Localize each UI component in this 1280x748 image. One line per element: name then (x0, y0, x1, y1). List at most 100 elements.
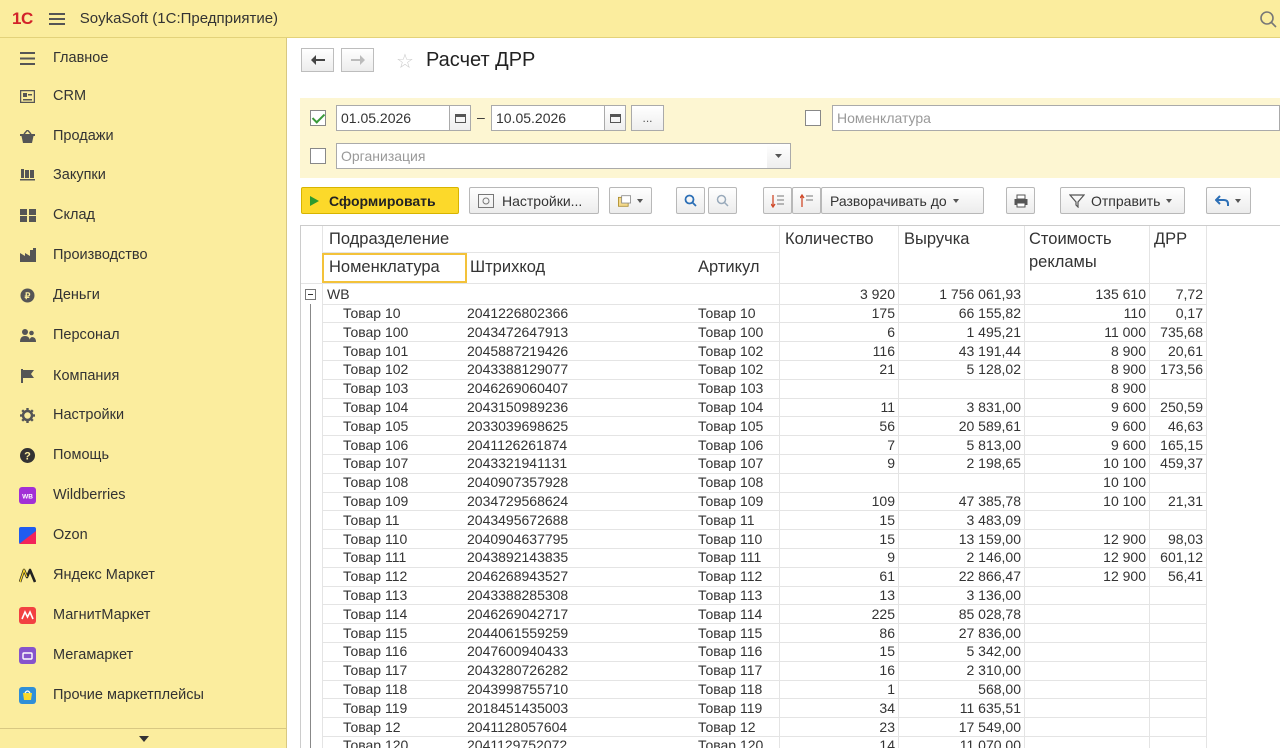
sidebar-item-12[interactable]: WB Wildberries (0, 477, 287, 513)
table-row[interactable]: Товар 106 2041126261874 Товар 106 7 5 813,00… (301, 436, 1280, 455)
table-row[interactable]: Товар 117 2043280726282 Товар 117 16 2 310,0… (301, 661, 1280, 680)
cell-article: Товар 100 (698, 323, 764, 340)
organization-field[interactable]: Организация (336, 143, 768, 169)
sidebar-item-10[interactable]: Настройки (0, 397, 287, 433)
date-from-calendar-button[interactable] (449, 105, 471, 131)
cell-quantity: 61 (879, 568, 895, 585)
expand-to-button[interactable]: Разворачивать до (821, 187, 984, 214)
report-variants-button[interactable] (609, 187, 652, 214)
cell-ad-cost: 11 000 (1104, 323, 1146, 340)
wildberries-logo-icon: WB (19, 486, 36, 504)
date-to-field[interactable]: 10.05.2026 (491, 105, 605, 131)
settings-button[interactable]: Настройки... (469, 187, 599, 214)
more-actions-button[interactable] (1206, 187, 1251, 214)
gear-icon (19, 407, 36, 424)
cell-nomenclature: Товар 118 (343, 681, 408, 697)
group-row-wb[interactable]: WB 3 920 1 756 061,93 135 610 7,72 (301, 285, 1280, 304)
sidebar-item-16[interactable]: Мегамаркет (0, 637, 287, 673)
sidebar-item-label: Ozon (53, 527, 88, 543)
sidebar-item-9[interactable]: Компания (0, 358, 287, 394)
sidebar-item-1[interactable]: Главное (0, 40, 287, 76)
sidebar-item-8[interactable]: Персонал (0, 317, 287, 353)
main-area: ☆ Расчет ДРР 01.05.2026 – 10.05.2026 ...… (288, 38, 1280, 748)
header-ad-cost-line1[interactable]: Стоимость (1029, 230, 1112, 249)
expand-all-button[interactable] (792, 187, 821, 214)
sidebar-item-4[interactable]: Закупки (0, 157, 287, 193)
main-menu-button[interactable] (48, 12, 65, 25)
nomenclature-checkbox[interactable] (805, 110, 821, 126)
period-checkbox[interactable] (310, 110, 326, 126)
date-to-calendar-button[interactable] (604, 105, 626, 131)
forward-button[interactable] (341, 48, 374, 72)
sidebar-item-3[interactable]: Продажи (0, 118, 287, 154)
back-button[interactable] (301, 48, 334, 72)
cell-article: Товар 120 (698, 737, 764, 748)
sidebar-scroll-down-button[interactable] (0, 728, 287, 748)
sidebar-item-5[interactable]: Склад (0, 197, 287, 233)
sidebar-item-7[interactable]: ₽ Деньги (0, 277, 287, 313)
report-table[interactable]: Подразделение Номенклатура Штрихкод Арти… (300, 225, 1280, 748)
collapse-all-button[interactable] (763, 187, 792, 214)
send-button[interactable]: Отправить (1060, 187, 1185, 214)
cell-quantity: 109 (871, 493, 895, 509)
table-row[interactable]: Товар 112 2046268943527 Товар 112 61 22 866,… (301, 567, 1280, 586)
table-row[interactable]: Товар 120 2041129752072 Товар 120 14 11 070,… (301, 736, 1280, 748)
find-button[interactable] (676, 187, 705, 214)
table-row[interactable]: Товар 108 2040907357928 Товар 108 10 100 (301, 473, 1280, 492)
table-row[interactable]: Товар 10 2041226802366 Товар 10 175 66 155,8… (301, 304, 1280, 323)
table-row[interactable]: Товар 119 2018451435003 Товар 119 34 11 635,… (301, 699, 1280, 718)
date-from-field[interactable]: 01.05.2026 (336, 105, 450, 131)
table-row[interactable]: Товар 12 2041128057604 Товар 12 23 17 549,00 (301, 718, 1280, 737)
app-logo[interactable]: 1С (12, 9, 33, 29)
favorite-star-icon[interactable]: ☆ (396, 49, 414, 74)
organization-checkbox[interactable] (310, 148, 326, 164)
print-button[interactable] (1006, 187, 1035, 214)
cell-barcode: 2043998755710 (467, 681, 569, 697)
table-row[interactable]: Товар 104 2043150989236 Товар 104 11 3 831,0… (301, 398, 1280, 417)
collapse-group-icon[interactable] (305, 289, 316, 300)
cancel-find-button[interactable] (708, 187, 737, 214)
table-row[interactable]: Товар 111 2043892143835 Товар 111 9 2 146,00… (301, 548, 1280, 567)
table-row[interactable]: Товар 11 2043495672688 Товар 11 15 3 483,09 (301, 511, 1280, 530)
header-revenue[interactable]: Выручка (904, 230, 969, 249)
table-row[interactable]: Товар 109 2034729568624 Товар 109 109 47 385… (301, 492, 1280, 511)
sidebar-item-6[interactable]: Производство (0, 237, 287, 273)
sidebar-item-15[interactable]: МагнитМаркет (0, 597, 287, 633)
table-row[interactable]: Товар 114 2046269042717 Товар 114 225 85 028… (301, 605, 1280, 624)
table-row[interactable]: Товар 103 2046269060407 Товар 103 8 900 (301, 379, 1280, 398)
table-row[interactable]: Товар 100 2043472647913 Товар 100 6 1 495,21… (301, 323, 1280, 342)
table-row[interactable]: Товар 115 2044061559259 Товар 115 86 27 836,… (301, 624, 1280, 643)
cell-nomenclature: Товар 113 (343, 587, 408, 603)
sidebar-item-14[interactable]: Яндекс Маркет (0, 557, 287, 593)
cell-ad-cost: 12 900 (1103, 549, 1146, 566)
sidebar-item-13[interactable]: Ozon (0, 517, 287, 553)
table-row[interactable]: Товар 113 2043388285308 Товар 113 13 3 136,0… (301, 586, 1280, 605)
header-quantity[interactable]: Количество (785, 230, 874, 249)
table-row[interactable]: Товар 110 2040904637795 Товар 110 15 13 159,… (301, 530, 1280, 549)
sidebar-item-17[interactable]: Прочие маркетплейсы (0, 677, 287, 713)
printer-icon (1014, 194, 1027, 207)
organization-dropdown-button[interactable] (767, 143, 791, 169)
table-row[interactable]: Товар 101 2045887219426 Товар 102 116 43 191… (301, 342, 1280, 361)
header-drr[interactable]: ДРР (1154, 230, 1187, 249)
sidebar-item-11[interactable]: ? Помощь (0, 437, 287, 473)
header-subdivision[interactable]: Подразделение (329, 230, 449, 249)
sidebar-item-2[interactable]: CRM (0, 78, 287, 114)
table-row[interactable]: Товар 118 2043998755710 Товар 118 1 568,00 (301, 680, 1280, 699)
table-row[interactable]: Товар 107 2043321941131 Товар 107 9 2 198,65… (301, 454, 1280, 473)
header-ad-cost-line2: рекламы (1029, 253, 1097, 271)
header-barcode[interactable]: Штрихкод (470, 258, 545, 277)
cell-quantity: 34 (879, 699, 895, 716)
table-row[interactable]: Товар 116 2047600940433 Товар 116 15 5 342,0… (301, 642, 1280, 661)
table-row[interactable]: Товар 105 2033039698625 Товар 105 56 20 589,… (301, 417, 1280, 436)
period-select-button[interactable]: ... (631, 105, 664, 131)
global-search-icon[interactable] (1258, 8, 1278, 30)
generate-button[interactable]: Сформировать (301, 187, 459, 214)
cell-article: Товар 109 (698, 493, 764, 509)
cell-barcode: 2043495672688 (467, 511, 569, 528)
search-cancel-icon (716, 194, 729, 207)
nomenclature-field[interactable]: Номенклатура (832, 105, 1280, 131)
cell-nomenclature: Товар 104 (343, 399, 409, 415)
header-article[interactable]: Артикул (698, 258, 760, 277)
table-row[interactable]: Товар 102 2043388129077 Товар 102 21 5 128,0… (301, 360, 1280, 379)
